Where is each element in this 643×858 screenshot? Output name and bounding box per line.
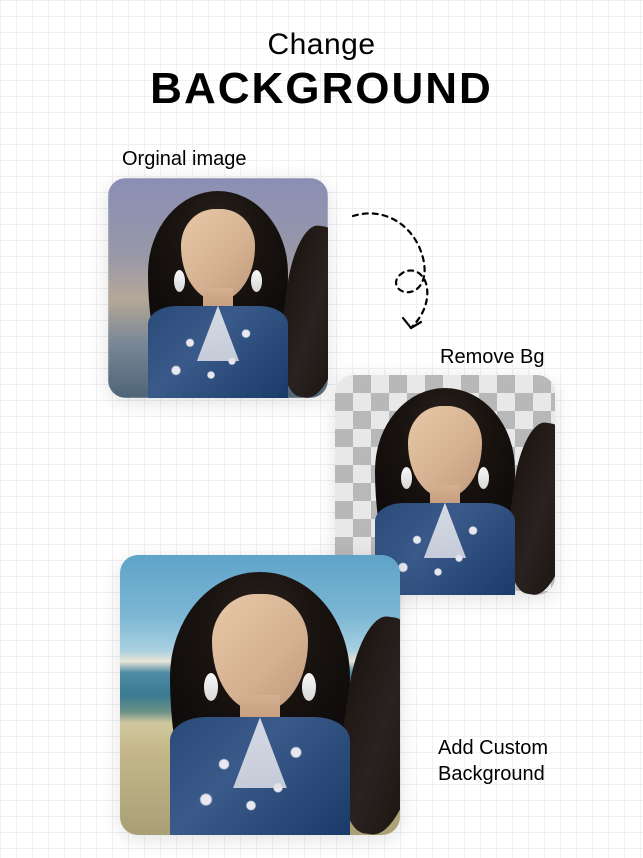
label-add-custom-background: Add Custom Background (438, 735, 588, 787)
title-background: BACKGROUND (0, 64, 643, 114)
original-image-card (108, 178, 328, 398)
title-change: Change (0, 28, 643, 62)
person-illustration (120, 555, 400, 835)
custom-bg-image-card (120, 555, 400, 835)
label-original-image: Orginal image (122, 148, 247, 171)
arrow-icon (345, 208, 465, 338)
person-illustration (108, 178, 328, 398)
label-remove-bg: Remove Bg (440, 346, 545, 369)
